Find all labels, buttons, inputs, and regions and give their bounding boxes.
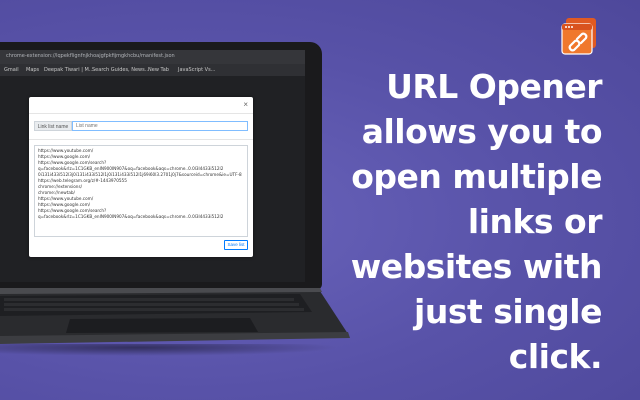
list-name-row: Link list name bbox=[34, 121, 248, 131]
close-icon[interactable]: × bbox=[243, 100, 248, 109]
save-list-button[interactable]: Save list bbox=[224, 240, 248, 250]
address-url[interactable]: chrome-extension://lqpekflignfnjkhoajgfp… bbox=[6, 53, 175, 59]
headline-line: click. bbox=[508, 337, 603, 376]
browser-address-bar[interactable]: chrome-extension://lqpekflignfnjkhoajgfp… bbox=[0, 50, 305, 64]
headline-line: links or bbox=[467, 202, 603, 241]
browser-window-link-icon bbox=[561, 18, 596, 55]
bookmark-item[interactable]: Deepak Tiwari | M... bbox=[44, 67, 94, 73]
bookmark-item[interactable]: Gmail bbox=[4, 67, 19, 73]
laptop-shadow bbox=[0, 344, 340, 356]
laptop-keyboard-base bbox=[0, 288, 350, 344]
dialog-divider bbox=[29, 139, 253, 140]
list-name-input[interactable] bbox=[72, 121, 248, 131]
bookmarks-bar: Gmail Maps Deepak Tiwari | M... Search G… bbox=[0, 64, 305, 76]
bookmark-item[interactable]: Search Guides, News... bbox=[92, 67, 150, 73]
link-line: q=facebook&rlz=1C1GKB_enIN900IN907&oq=fa… bbox=[38, 214, 224, 219]
links-textarea[interactable]: https://www.youtube.com/ https://www.goo… bbox=[34, 145, 248, 237]
bookmark-item[interactable]: JavaScript Vs... bbox=[178, 67, 215, 73]
headline-line: just single bbox=[414, 292, 602, 331]
laptop-screen: chrome-extension://lqpekflignfnjkhoajgfp… bbox=[0, 50, 305, 282]
dialog-divider bbox=[29, 113, 253, 114]
bookmark-item[interactable]: Maps bbox=[26, 67, 39, 73]
headline-line: URL Opener bbox=[386, 67, 602, 106]
headline-line: allows you to bbox=[361, 112, 603, 151]
headline-line: open multiple bbox=[351, 157, 602, 196]
headline: URL Opener allows you to open multiple l… bbox=[330, 64, 603, 379]
list-name-label: Link list name bbox=[34, 121, 72, 131]
headline-line: websites with bbox=[350, 247, 603, 286]
link-list-dialog: × Link list name https://www.youtube.com… bbox=[29, 97, 253, 257]
bookmark-item[interactable]: New Tab bbox=[148, 67, 169, 73]
